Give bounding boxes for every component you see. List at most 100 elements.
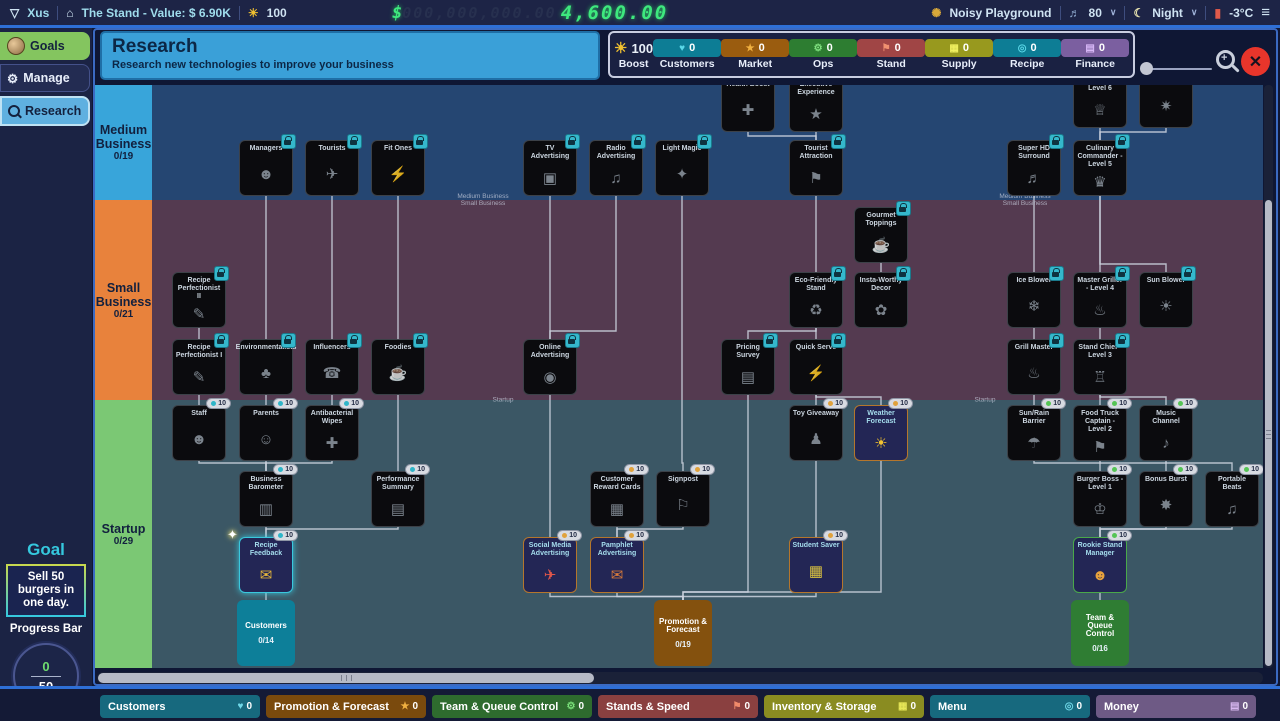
cost-badge-category-icon bbox=[828, 401, 833, 406]
cost-badge-category-icon bbox=[344, 401, 349, 406]
research-node-sun-blower[interactable]: Sun Blower☀ bbox=[1139, 272, 1193, 328]
research-node-antibacterial-wipes[interactable]: Antibacterial Wipes✚10 bbox=[305, 405, 359, 461]
research-node-tourists[interactable]: Tourists✈ bbox=[305, 140, 359, 196]
vertical-scrollbar-handle[interactable] bbox=[1265, 200, 1272, 666]
bottom-tab-promotion-forecast[interactable]: Promotion & Forecast★0 bbox=[266, 695, 426, 718]
volume-value[interactable]: 80 bbox=[1089, 6, 1102, 20]
research-node-super-hd-surround[interactable]: Super HD Surround♬ bbox=[1007, 140, 1061, 196]
research-node-performance-summary[interactable]: Performance Summary▤10 bbox=[371, 471, 425, 527]
research-node-influencers[interactable]: Influencers☎ bbox=[305, 339, 359, 395]
research-node-staff[interactable]: Staff☻10 bbox=[172, 405, 226, 461]
research-node-super-nova[interactable]: Super Nova✷ bbox=[1139, 85, 1193, 128]
category-chip-ops[interactable]: ⚙0 bbox=[789, 39, 857, 57]
cost-badge: 10 bbox=[273, 398, 298, 409]
zoom-slider-track[interactable] bbox=[1146, 68, 1212, 70]
research-node-maestro-6[interactable]: Maestro - Level 6♕ bbox=[1073, 85, 1127, 128]
research-node-promotion-forecast[interactable]: Promotion & Forecast0/19 bbox=[654, 600, 712, 666]
lock-icon bbox=[896, 266, 911, 281]
category-chip-market[interactable]: ★0 bbox=[721, 39, 789, 57]
chevron-down-icon[interactable]: ∨ bbox=[1191, 7, 1198, 18]
research-node-foodies[interactable]: Foodies☕ bbox=[371, 339, 425, 395]
category-chip-stand[interactable]: ⚑0 bbox=[857, 39, 925, 57]
dropdown-triangle-icon[interactable]: ▽ bbox=[10, 6, 19, 20]
sidebar-button-research[interactable]: Research bbox=[0, 96, 90, 126]
research-node-sun-rain-barrier[interactable]: Sun/Rain Barrier☂10 bbox=[1007, 405, 1061, 461]
research-node-team-queue-control[interactable]: Team & Queue Control0/16 bbox=[1071, 600, 1129, 666]
category-group-market: ★0Market bbox=[721, 39, 789, 70]
horizontal-scrollbar-handle[interactable] bbox=[98, 673, 594, 683]
research-node-fit-ones[interactable]: Fit Ones⚡ bbox=[371, 140, 425, 196]
bottom-tab-team-queue-control[interactable]: Team & Queue Control⚙0 bbox=[432, 695, 592, 718]
goal-fraction-divider bbox=[31, 676, 61, 677]
category-chip-finance[interactable]: ▤0 bbox=[1061, 39, 1129, 57]
research-node-weather-forecast[interactable]: Weather Forecast☀10 bbox=[854, 405, 908, 461]
sidebar-button-goals[interactable]: Goals bbox=[0, 32, 90, 60]
research-node-stand-chief-3[interactable]: Stand Chief - Level 3♖ bbox=[1073, 339, 1127, 395]
cost-badge: 10 bbox=[273, 530, 298, 541]
zoom-magnifier-icon[interactable] bbox=[1216, 50, 1235, 69]
research-node-portable-beats[interactable]: Portable Beats♫10 bbox=[1205, 471, 1259, 527]
node-icon: ▤ bbox=[741, 360, 755, 394]
close-button[interactable]: ✕ bbox=[1241, 47, 1270, 76]
category-chip-customers[interactable]: ♥0 bbox=[653, 39, 721, 57]
category-chip-recipe[interactable]: ◎0 bbox=[993, 39, 1061, 57]
research-node-pricing-survey[interactable]: Pricing Survey▤ bbox=[721, 339, 775, 395]
research-node-social-media-advertising[interactable]: Social Media Advertising✈10 bbox=[523, 537, 577, 593]
category-chip-supply[interactable]: ▦0 bbox=[925, 39, 993, 57]
zoom-slider-handle[interactable] bbox=[1140, 62, 1153, 75]
bottom-tab-inventory-storage[interactable]: Inventory & Storage▦0 bbox=[764, 695, 924, 718]
horizontal-scrollbar[interactable] bbox=[97, 672, 1263, 684]
research-node-master-griller-4[interactable]: Master Griller - Level 4♨ bbox=[1073, 272, 1127, 328]
cost-badge-value: 10 bbox=[636, 466, 644, 473]
research-node-tv-advertising[interactable]: TV Advertising▣ bbox=[523, 140, 577, 196]
research-node-music-channel[interactable]: Music Channel♪10 bbox=[1139, 405, 1193, 461]
research-node-culinary-commander-5[interactable]: Culinary Commander - Level 5♛ bbox=[1073, 140, 1127, 196]
hamburger-menu-icon[interactable]: ≡ bbox=[1261, 4, 1270, 21]
research-node-recipe-perfectionist-2[interactable]: Recipe Perfectionist II✎ bbox=[172, 272, 226, 328]
research-node-insta-worthy-decor[interactable]: Insta-Worthy Decor✿ bbox=[854, 272, 908, 328]
research-node-eco-friendly-stand[interactable]: Eco-Friendly Stand♻ bbox=[789, 272, 843, 328]
research-node-student-saver[interactable]: Student Saver▦10 bbox=[789, 537, 843, 593]
node-icon: ♛ bbox=[1093, 169, 1106, 195]
research-node-customer-reward-cards[interactable]: Customer Reward Cards▦10 bbox=[590, 471, 644, 527]
bottom-tab-money[interactable]: Money▤0 bbox=[1096, 695, 1256, 718]
node-icon: ✉ bbox=[611, 558, 624, 592]
research-node-grill-master[interactable]: Grill Master♨ bbox=[1007, 339, 1061, 395]
bottom-tab-label: Menu bbox=[938, 701, 967, 713]
tier-label-startup: Startup0/29 bbox=[95, 400, 152, 668]
research-node-radio-advertising[interactable]: Radio Advertising♫ bbox=[589, 140, 643, 196]
research-node-business-barometer[interactable]: Business Barometer▥10 bbox=[239, 471, 293, 527]
bottom-tab-customers[interactable]: Customers♥0 bbox=[100, 695, 260, 718]
research-node-quick-serve[interactable]: Quick Serve⚡ bbox=[789, 339, 843, 395]
cost-badge-value: 10 bbox=[285, 400, 293, 407]
bottom-tab-stands-speed[interactable]: Stands & Speed⚑0 bbox=[598, 695, 758, 718]
research-node-parents[interactable]: Parents☺10 bbox=[239, 405, 293, 461]
research-node-recipe-perfectionist-1[interactable]: Recipe Perfectionist I✎ bbox=[172, 339, 226, 395]
research-node-ice-blower[interactable]: Ice Blower❄ bbox=[1007, 272, 1061, 328]
time-of-day[interactable]: Night bbox=[1152, 6, 1183, 20]
research-node-online-advertising[interactable]: Online Advertising◉ bbox=[523, 339, 577, 395]
research-node-rookie-stand-manager[interactable]: Rookie Stand Manager☻10 bbox=[1073, 537, 1127, 593]
research-node-signpost[interactable]: Signpost⚐10 bbox=[656, 471, 710, 527]
vertical-scrollbar[interactable] bbox=[1264, 85, 1273, 668]
research-node-customers-cat[interactable]: Customers0/14 bbox=[237, 600, 295, 666]
research-node-light-magic[interactable]: Light Magic✦ bbox=[655, 140, 709, 196]
tier-boundary-label: Startup bbox=[975, 397, 996, 404]
chevron-down-icon[interactable]: ∨ bbox=[1110, 7, 1117, 18]
research-node-toy-giveaway[interactable]: Toy Giveaway♟10 bbox=[789, 405, 843, 461]
research-node-recipe-feedback[interactable]: Recipe Feedback✉10✦ bbox=[239, 537, 293, 593]
research-node-tourist-attraction[interactable]: Tourist Attraction⚑ bbox=[789, 140, 843, 196]
bottom-tab-count: 0 bbox=[744, 701, 750, 712]
research-node-executive-experience[interactable]: Executive Experience★ bbox=[789, 85, 843, 132]
research-node-managers[interactable]: Managers☻ bbox=[239, 140, 293, 196]
research-node-health-boost[interactable]: Health Boost✚ bbox=[721, 85, 775, 132]
research-node-food-truck-captain-2[interactable]: Food Truck Captain - Level 2⚑10 bbox=[1073, 405, 1127, 461]
research-node-pamphlet-advertising[interactable]: Pamphlet Advertising✉10 bbox=[590, 537, 644, 593]
bottom-tab-menu[interactable]: Menu◎0 bbox=[930, 695, 1090, 718]
research-node-environmentalists[interactable]: Environmentalists♣ bbox=[239, 339, 293, 395]
research-node-gourmet-toppings[interactable]: Gourmet Toppings☕ bbox=[854, 207, 908, 263]
research-node-bonus-burst[interactable]: Bonus Burst✸10 bbox=[1139, 471, 1193, 527]
gear-icon: ⚙ bbox=[7, 71, 18, 86]
research-node-burger-boss-1[interactable]: Burger Boss - Level 1♔10 bbox=[1073, 471, 1127, 527]
sidebar-button-manage[interactable]: ⚙Manage bbox=[0, 64, 90, 92]
